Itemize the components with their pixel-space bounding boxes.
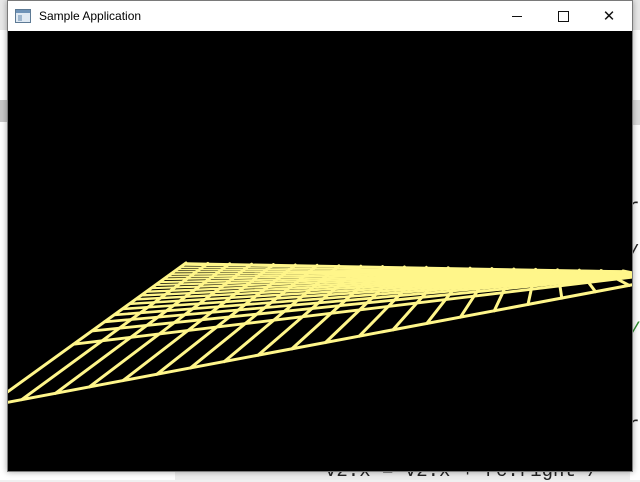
application-window[interactable]: Sample Application ✕ [7, 0, 633, 472]
app-window-icon [15, 9, 31, 23]
title-bar[interactable]: Sample Application ✕ [8, 1, 632, 31]
background-scrollbar-strip [632, 100, 640, 125]
maximize-icon [558, 11, 569, 22]
minimize-button[interactable] [494, 1, 540, 31]
close-button[interactable]: ✕ [586, 1, 632, 31]
wireframe-grid-scene [8, 31, 632, 471]
maximize-button[interactable] [540, 1, 586, 31]
close-icon: ✕ [603, 7, 616, 25]
minimize-icon [512, 16, 522, 17]
window-title: Sample Application [39, 9, 494, 23]
render-viewport[interactable] [8, 31, 632, 471]
